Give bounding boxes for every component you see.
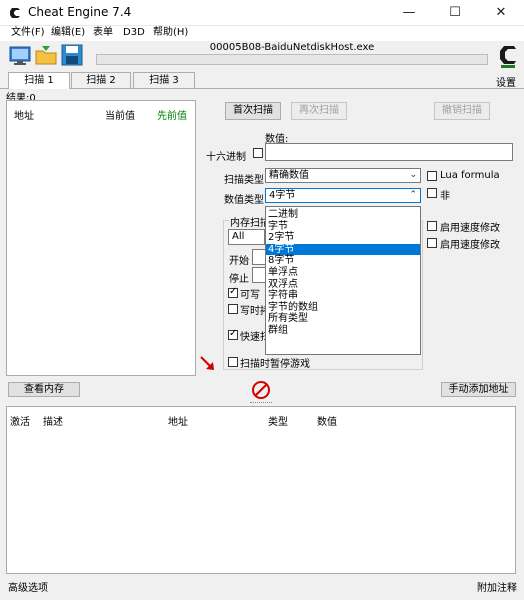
dropdown-option-float[interactable]: 单浮点 bbox=[266, 267, 420, 279]
speedhack-label-2: 启用速度修改 bbox=[440, 240, 500, 251]
settings-label[interactable]: 设置 bbox=[496, 74, 516, 89]
scan-type-value: 精确数值 bbox=[269, 170, 309, 181]
pause-game-label: 扫描时暂停游戏 bbox=[240, 359, 310, 370]
results-list[interactable]: 地址 当前值 先前值 bbox=[6, 100, 196, 376]
status-bar: 高级选项 附加注释 bbox=[0, 576, 524, 594]
value-type-value: 4字节 bbox=[269, 190, 296, 201]
window-title: Cheat Engine 7.4 bbox=[28, 5, 132, 19]
open-file-icon[interactable] bbox=[34, 44, 58, 66]
value-type-label: 数值类型 bbox=[224, 195, 264, 206]
maximize-button[interactable]: ☐ bbox=[432, 0, 478, 26]
hex-label: 十六进制 bbox=[206, 152, 246, 163]
dropdown-option-string[interactable]: 字符串 bbox=[266, 290, 420, 302]
undo-scan-button[interactable]: 撤销扫描 bbox=[434, 102, 490, 120]
address-table[interactable]: 激活 描述 地址 类型 数值 bbox=[6, 406, 516, 574]
menu-help[interactable]: 帮助(H) bbox=[150, 26, 191, 41]
tab-scan-1[interactable]: 扫描 1 bbox=[8, 72, 70, 89]
value-type-select[interactable]: 4字节 ⌃ bbox=[265, 188, 421, 203]
tab-scan-3[interactable]: 扫描 3 bbox=[133, 72, 195, 88]
dropdown-option-all-types[interactable]: 所有类型 bbox=[266, 313, 420, 325]
dropdown-option-byte[interactable]: 字节 bbox=[266, 221, 420, 233]
scan-type-label: 扫描类型 bbox=[224, 175, 264, 186]
dropdown-option-8byte[interactable]: 8字节 bbox=[266, 255, 420, 267]
table-col-description[interactable]: 描述 bbox=[43, 413, 63, 428]
view-memory-button[interactable]: 查看内存 bbox=[8, 382, 80, 397]
value-type-dropdown[interactable]: 二进制 字节 2字节 4字节 8字节 单浮点 双浮点 字符串 字节的数组 所有类… bbox=[265, 206, 421, 355]
cheat-engine-settings-icon[interactable] bbox=[497, 42, 519, 70]
dropdown-option-4byte[interactable]: 4字节 bbox=[266, 243, 420, 256]
value-input[interactable] bbox=[265, 143, 513, 161]
next-scan-button[interactable]: 再次扫描 bbox=[291, 102, 347, 120]
memory-region-value: All bbox=[232, 231, 245, 242]
advanced-options[interactable]: 高级选项 bbox=[8, 579, 48, 594]
splitter-handle[interactable] bbox=[250, 402, 272, 405]
table-col-address[interactable]: 地址 bbox=[168, 413, 188, 428]
add-address-manually-button[interactable]: 手动添加地址 bbox=[441, 382, 516, 397]
speedhack-label-1: 启用速度修改 bbox=[440, 223, 500, 234]
tab-divider bbox=[0, 88, 524, 89]
lua-formula-label: Lua formula bbox=[440, 170, 500, 181]
speedhack-checkbox-1[interactable] bbox=[427, 221, 437, 231]
first-scan-button[interactable]: 首次扫描 bbox=[225, 102, 281, 120]
chevron-down-icon: ⌄ bbox=[409, 170, 417, 180]
menu-bar: 文件(F) 编辑(E) 表单 D3D 帮助(H) bbox=[0, 26, 524, 41]
scan-type-select[interactable]: 精确数值 ⌄ bbox=[265, 168, 421, 183]
process-name: 00005B08-BaiduNetdiskHost.exe bbox=[209, 42, 375, 53]
hex-checkbox[interactable] bbox=[253, 148, 263, 158]
results-col-address[interactable]: 地址 bbox=[14, 107, 34, 122]
table-col-active[interactable]: 激活 bbox=[10, 413, 30, 428]
results-col-previous[interactable]: 先前值 bbox=[157, 107, 187, 122]
add-to-list-arrow-icon[interactable] bbox=[198, 354, 218, 374]
speedhack-checkbox-2[interactable] bbox=[427, 238, 437, 248]
not-label: 非 bbox=[440, 191, 450, 202]
tab-scan-2[interactable]: 扫描 2 bbox=[71, 72, 131, 88]
minimize-button[interactable]: — bbox=[386, 0, 432, 26]
title-bar: Cheat Engine 7.4 — ☐ ✕ bbox=[0, 0, 524, 26]
menu-table[interactable]: 表单 bbox=[90, 26, 116, 41]
no-entry-icon[interactable] bbox=[251, 380, 271, 400]
cheat-engine-logo-icon bbox=[10, 8, 20, 18]
menu-file[interactable]: 文件(F) bbox=[8, 26, 48, 41]
fast-scan-checkbox[interactable] bbox=[228, 328, 238, 340]
dropdown-option-double[interactable]: 双浮点 bbox=[266, 279, 420, 291]
menu-edit[interactable]: 编辑(E) bbox=[48, 26, 88, 41]
open-process-icon[interactable] bbox=[8, 44, 32, 66]
table-col-value[interactable]: 数值 bbox=[317, 413, 337, 428]
dropdown-option-binary[interactable]: 二进制 bbox=[266, 209, 420, 221]
writable-label: 可写 bbox=[240, 290, 260, 301]
chevron-up-icon: ⌃ bbox=[409, 190, 417, 200]
table-col-type[interactable]: 类型 bbox=[268, 413, 288, 428]
pause-game-checkbox[interactable] bbox=[228, 357, 238, 367]
dropdown-option-2byte[interactable]: 2字节 bbox=[266, 232, 420, 244]
writable-checkbox[interactable] bbox=[228, 286, 238, 298]
table-extras[interactable]: 附加注释 bbox=[477, 579, 517, 594]
dropdown-option-grouped[interactable]: 群组 bbox=[266, 325, 420, 337]
save-icon[interactable] bbox=[60, 44, 84, 66]
start-address-input[interactable] bbox=[252, 249, 266, 265]
memory-region-select[interactable]: All bbox=[228, 229, 265, 245]
menu-d3d[interactable]: D3D bbox=[120, 26, 148, 41]
stop-label: 停止 bbox=[229, 274, 249, 285]
start-label: 开始 bbox=[229, 256, 249, 267]
copy-on-write-checkbox[interactable] bbox=[228, 304, 238, 314]
scan-progress-bar bbox=[96, 54, 488, 65]
close-button[interactable]: ✕ bbox=[478, 0, 524, 26]
dropdown-option-byte-array[interactable]: 字节的数组 bbox=[266, 302, 420, 314]
results-col-current[interactable]: 当前值 bbox=[105, 107, 135, 122]
stop-address-input[interactable] bbox=[252, 267, 266, 283]
not-checkbox[interactable] bbox=[427, 188, 437, 198]
lua-formula-checkbox[interactable] bbox=[427, 171, 437, 181]
